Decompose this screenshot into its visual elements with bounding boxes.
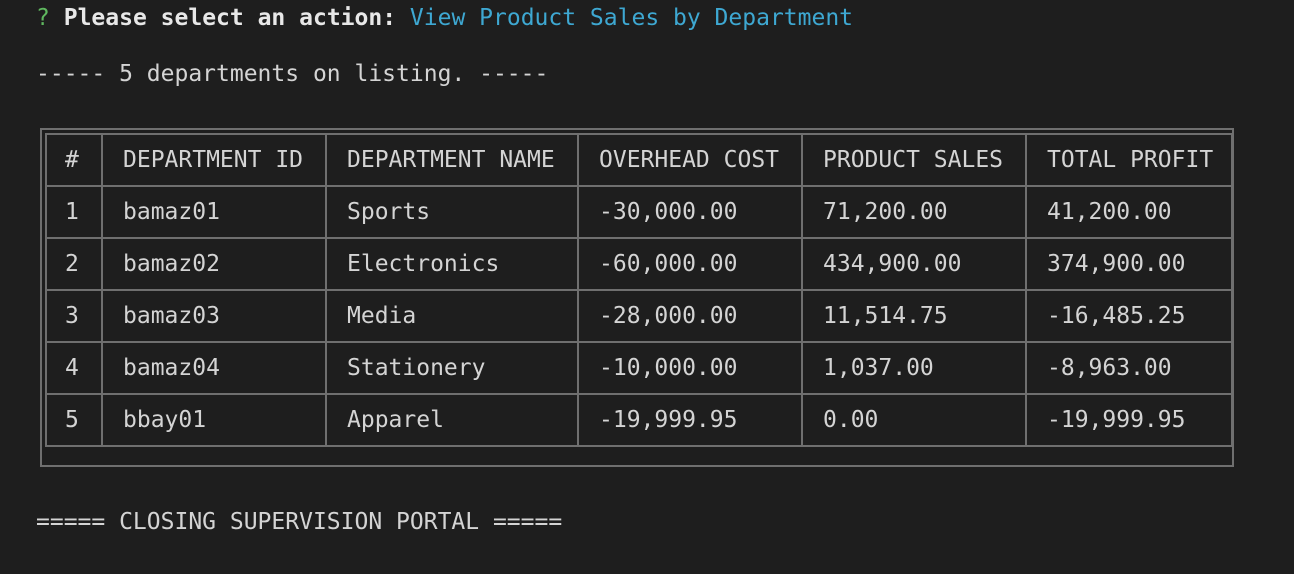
cell-overhead-cost: -10,000.00: [577, 341, 803, 395]
table-row: 4 bamaz04 Stationery -10,000.00 1,037.00…: [45, 341, 1233, 395]
cell-number: 3: [45, 289, 103, 343]
listing-count-line: ----- 5 departments on listing. -----: [36, 61, 549, 87]
cell-overhead-cost: -30,000.00: [577, 185, 803, 239]
cell-overhead-cost: -19,999.95: [577, 393, 803, 447]
header-number: #: [45, 133, 103, 187]
cell-overhead-cost: -28,000.00: [577, 289, 803, 343]
action-prompt: ? Please select an action: View Product …: [36, 3, 853, 33]
cell-department-name: Electronics: [325, 237, 579, 291]
cell-total-profit: -19,999.95: [1025, 393, 1233, 447]
cell-total-profit: 41,200.00: [1025, 185, 1233, 239]
cell-department-id: bamaz01: [101, 185, 327, 239]
table-row: 1 bamaz01 Sports -30,000.00 71,200.00 41…: [45, 185, 1233, 239]
cell-product-sales: 1,037.00: [801, 341, 1027, 395]
table-row: 2 bamaz02 Electronics -60,000.00 434,900…: [45, 237, 1233, 291]
cell-overhead-cost: -60,000.00: [577, 237, 803, 291]
cell-department-id: bamaz04: [101, 341, 327, 395]
cell-number: 2: [45, 237, 103, 291]
cell-product-sales: 71,200.00: [801, 185, 1027, 239]
cell-number: 5: [45, 393, 103, 447]
prompt-selected-answer: View Product Sales by Department: [409, 5, 854, 31]
department-table-frame: # DEPARTMENT ID DEPARTMENT NAME OVERHEAD…: [40, 128, 1234, 467]
cell-total-profit: -8,963.00: [1025, 341, 1233, 395]
header-total-profit: TOTAL PROFIT: [1025, 133, 1233, 187]
cell-product-sales: 11,514.75: [801, 289, 1027, 343]
header-product-sales: PRODUCT SALES: [801, 133, 1027, 187]
cell-department-name: Stationery: [325, 341, 579, 395]
cell-product-sales: 434,900.00: [801, 237, 1027, 291]
closing-portal-line: ===== CLOSING SUPERVISION PORTAL =====: [36, 509, 563, 535]
table-header-row: # DEPARTMENT ID DEPARTMENT NAME OVERHEAD…: [45, 133, 1233, 187]
department-sales-table: # DEPARTMENT ID DEPARTMENT NAME OVERHEAD…: [45, 133, 1233, 447]
cell-number: 1: [45, 185, 103, 239]
table-row: 5 bbay01 Apparel -19,999.95 0.00 -19,999…: [45, 393, 1233, 447]
header-overhead-cost: OVERHEAD COST: [577, 133, 803, 187]
cell-total-profit: 374,900.00: [1025, 237, 1233, 291]
cell-product-sales: 0.00: [801, 393, 1027, 447]
cell-department-id: bbay01: [101, 393, 327, 447]
prompt-question-mark: ?: [36, 5, 50, 31]
header-department-id: DEPARTMENT ID: [101, 133, 327, 187]
prompt-label: Please select an action:: [63, 5, 397, 31]
header-department-name: DEPARTMENT NAME: [325, 133, 579, 187]
table-row: 3 bamaz03 Media -28,000.00 11,514.75 -16…: [45, 289, 1233, 343]
cell-department-name: Sports: [325, 185, 579, 239]
cell-department-id: bamaz03: [101, 289, 327, 343]
cell-department-id: bamaz02: [101, 237, 327, 291]
cell-department-name: Apparel: [325, 393, 579, 447]
cell-total-profit: -16,485.25: [1025, 289, 1233, 343]
cell-department-name: Media: [325, 289, 579, 343]
cell-number: 4: [45, 341, 103, 395]
terminal-window: ? Please select an action: View Product …: [0, 0, 1294, 574]
